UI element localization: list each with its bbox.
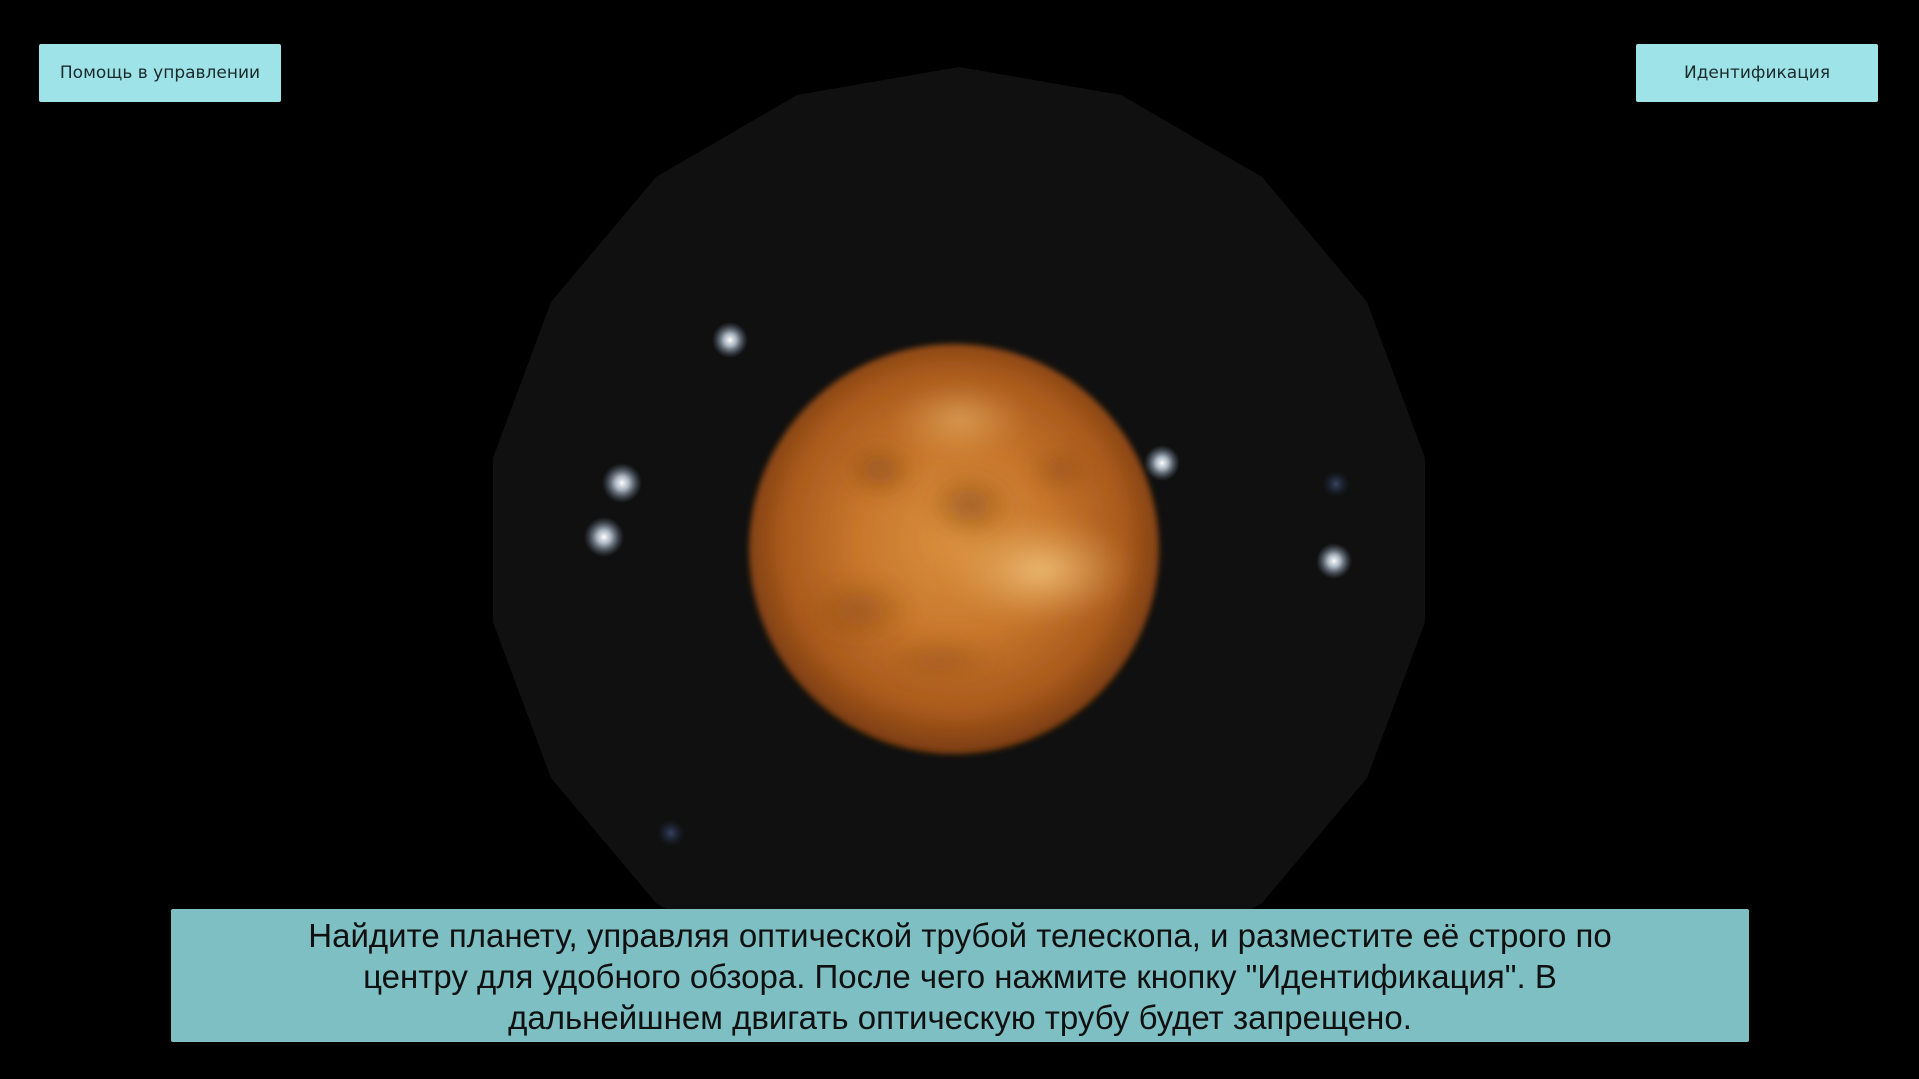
star — [657, 819, 685, 847]
star — [1316, 543, 1352, 579]
star — [584, 517, 624, 557]
star — [1144, 445, 1180, 481]
help-controls-button[interactable]: Помощь в управлении — [39, 44, 281, 102]
planet — [749, 344, 1159, 754]
instruction-text: Найдите планету, управляя оптической тру… — [308, 917, 1612, 1036]
instruction-panel: Найдите планету, управляя оптической тру… — [171, 909, 1749, 1042]
identify-button[interactable]: Идентификация — [1636, 44, 1878, 102]
star — [712, 322, 748, 358]
star — [602, 463, 642, 503]
star — [1322, 470, 1350, 498]
telescope-view: Помощь в управлении Идентификация Найдит… — [0, 0, 1919, 1079]
